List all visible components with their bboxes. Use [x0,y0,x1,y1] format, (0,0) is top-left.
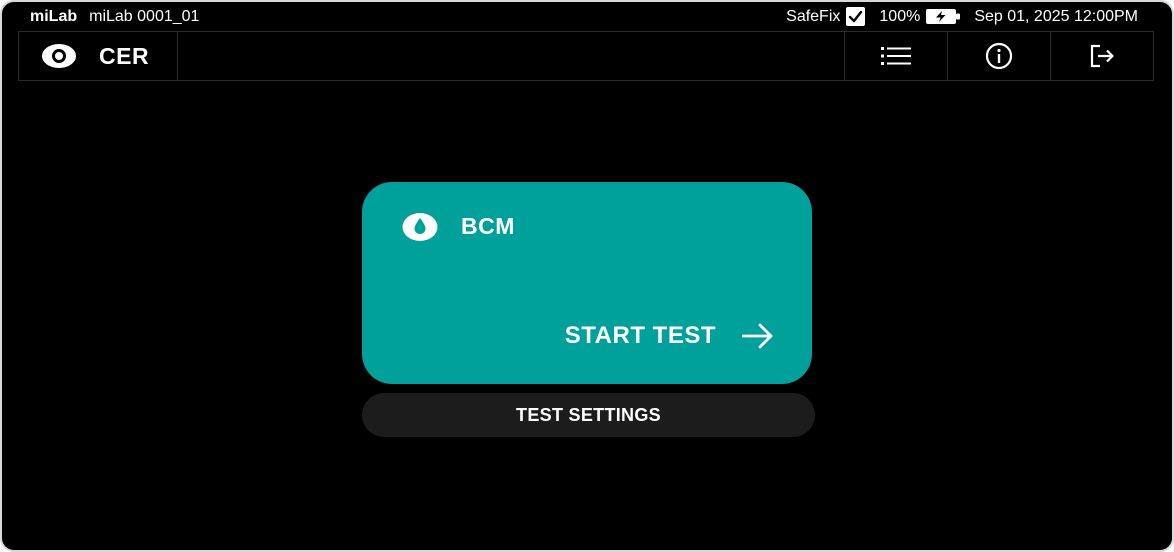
start-test-button[interactable]: START TEST [565,322,774,350]
list-icon [881,47,911,65]
status-right: SafeFix 100% Sep 01, 2025 12:00PM [786,2,1138,31]
brand-label: miLab [30,7,78,25]
device-screen: miLab miLab 0001_01 SafeFix 100% Sep 01,… [0,0,1174,552]
arrow-right-icon [742,323,773,349]
page-title: CER [99,42,150,69]
drop-icon [402,213,438,241]
logout-button[interactable] [1050,32,1153,80]
battery-charging-icon [926,9,961,24]
datetime: Sep 01, 2025 12:00PM [974,7,1138,25]
status-bar: miLab miLab 0001_01 SafeFix 100% Sep 01,… [2,2,1172,31]
info-icon [985,42,1013,70]
test-settings-label: TEST SETTINGS [516,404,661,425]
test-name: BCM [461,213,515,239]
app-header: CER [18,31,1154,81]
test-card[interactable]: BCM START TEST [362,182,812,384]
safefix-label: SafeFix [786,7,841,25]
header-title-cell: CER [19,32,178,80]
logout-icon [1090,44,1114,68]
device-id: miLab 0001_01 [89,7,200,25]
start-test-label: START TEST [564,322,716,349]
test-settings-button[interactable]: TEST SETTINGS [362,393,815,437]
battery-percent: 100% [879,7,921,25]
eye-icon [42,44,76,68]
status-left: miLab miLab 0001_01 [30,2,199,31]
check-icon [849,10,863,23]
menu-button[interactable] [844,32,947,80]
safefix-checkbox[interactable] [846,7,866,26]
info-button[interactable] [947,32,1050,80]
header-spacer [178,32,844,80]
